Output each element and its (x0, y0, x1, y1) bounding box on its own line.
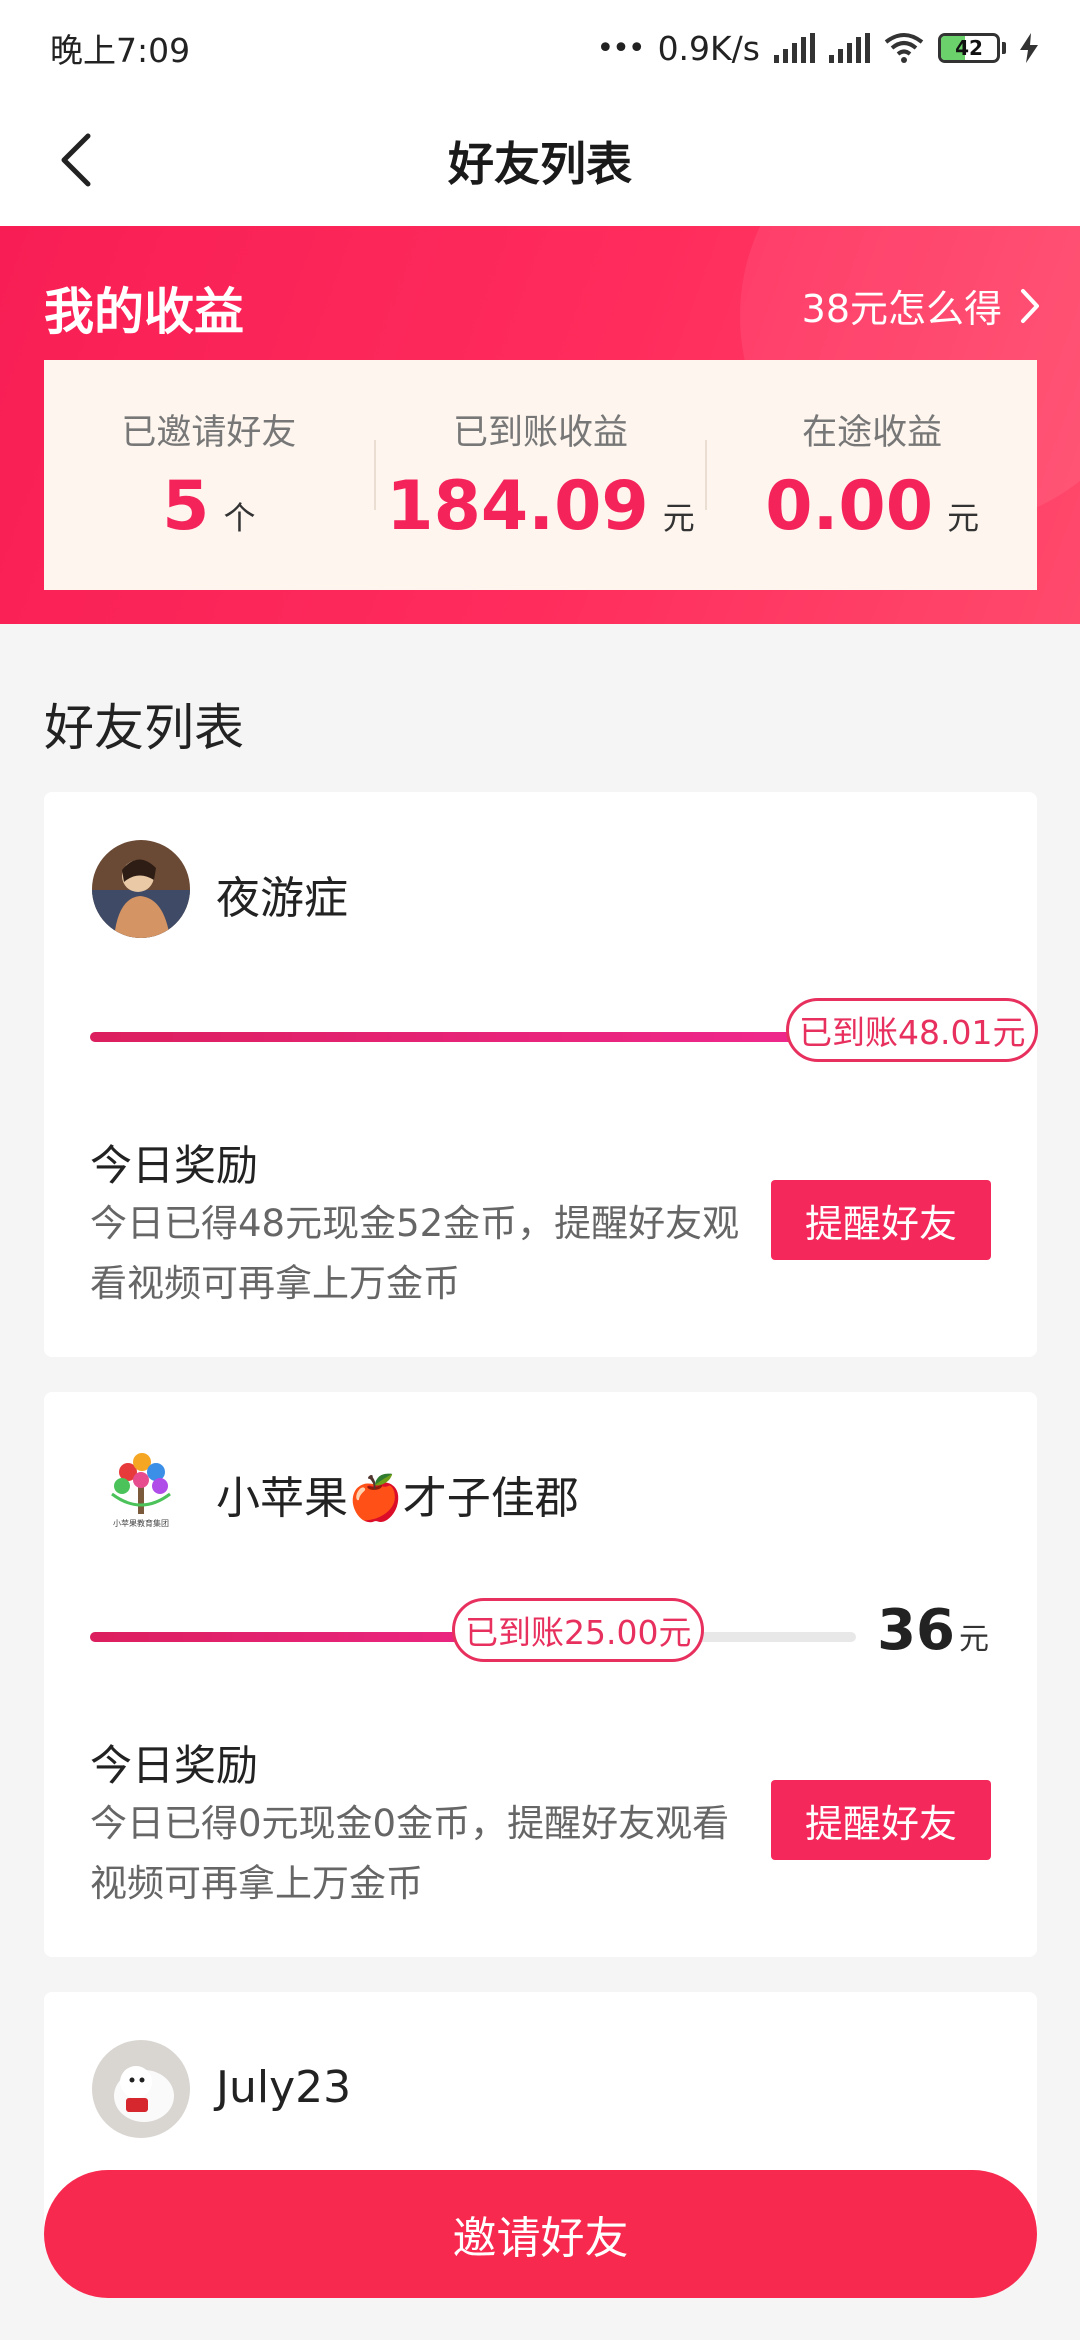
friend-name: 小苹果🍎才子佳郡 (216, 1473, 579, 1524)
avatar[interactable]: 小苹果教育集团 (92, 1440, 190, 1538)
status-bar: 晚上7:09 ••• 0.9K/s 42 (0, 0, 1080, 96)
friend-name: 夜游症 (216, 873, 348, 924)
stat-label: 已到账收益 (453, 413, 629, 453)
stat-invited-friends: 已邀请好友 5 个 (44, 404, 374, 546)
status-icons: ••• 0.9K/s 42 (596, 29, 1038, 68)
progress-label: 已到账25.00元 (452, 1598, 705, 1662)
friend-card: 夜游症 已到账48.01元 今日奖励 今日已得48元现金52金币，提醒好友观看视… (44, 792, 1039, 1357)
friend-card: 小苹果教育集团 小苹果🍎才子佳郡 已到账25.00元 36 元 今日奖励 今日已… (44, 1392, 1037, 1957)
stat-received-earnings: 已到账收益 184.09 元 (376, 404, 706, 546)
stat-label: 在途收益 (802, 413, 943, 453)
avatar[interactable] (92, 840, 190, 938)
stat-value: 0.00 (765, 467, 934, 546)
battery-level: 42 (955, 36, 983, 60)
progress-label: 已到账48.01元 (786, 998, 1039, 1062)
target-value: 36 (877, 1598, 955, 1663)
earnings-help-link[interactable]: 38元怎么得 (802, 278, 1040, 333)
stat-unit: 个 (223, 499, 256, 537)
charging-icon (1020, 33, 1038, 63)
wifi-icon (884, 33, 924, 63)
progress-target: 36 元 (877, 1598, 989, 1663)
target-unit: 元 (959, 1622, 989, 1657)
battery-icon: 42 (938, 33, 1006, 63)
earnings-stats-panel: 已邀请好友 5 个 已到账收益 184.09 元 在途收益 0.00 元 (44, 360, 1037, 590)
reward-title: 今日奖励 (90, 1141, 259, 1190)
reward-title: 今日奖励 (90, 1741, 259, 1790)
nav-bar: 好友列表 (0, 96, 1080, 226)
page-title: 好友列表 (448, 137, 632, 191)
network-speed: 0.9K/s (657, 28, 760, 68)
reward-description: 今日已得48元现金52金币，提醒好友观看视频可再拿上万金币 (90, 1202, 740, 1305)
stat-value: 184.09 (386, 467, 649, 546)
invite-friends-button[interactable]: 邀请好友 (44, 2170, 1037, 2298)
progress-fill (90, 1032, 840, 1042)
more-dots-icon: ••• (596, 30, 645, 66)
earnings-banner: 我的收益 38元怎么得 已邀请好友 5 个 已到账收益 184.09 元 在途收… (0, 226, 1080, 624)
earnings-help-label: 38元怎么得 (801, 287, 1002, 331)
signal-icon (774, 33, 815, 63)
back-button[interactable] (40, 124, 112, 196)
remind-friend-button[interactable]: 提醒好友 (771, 1780, 991, 1860)
avatar[interactable] (92, 2040, 190, 2138)
remind-friend-button[interactable]: 提醒好友 (771, 1180, 991, 1260)
friend-name: July23 (216, 2062, 352, 2113)
stat-value: 5 (162, 467, 210, 546)
status-time: 晚上7:09 (50, 31, 191, 70)
chevron-left-icon (61, 133, 91, 187)
stat-unit: 元 (947, 499, 980, 537)
stat-label: 已邀请好友 (121, 413, 297, 453)
reward-description: 今日已得0元现金0金币，提醒好友观看视频可再拿上万金币 (90, 1802, 730, 1905)
chevron-right-icon (1021, 288, 1039, 323)
progress-bar (90, 1032, 840, 1042)
signal-icon (829, 33, 870, 63)
stat-pending-earnings: 在途收益 0.00 元 (707, 404, 1037, 546)
earnings-title: 我的收益 (44, 283, 244, 341)
stat-unit: 元 (662, 499, 695, 537)
avatar-logo-text: 小苹果教育集团 (113, 1519, 169, 1528)
friends-section-title: 好友列表 (44, 699, 244, 757)
